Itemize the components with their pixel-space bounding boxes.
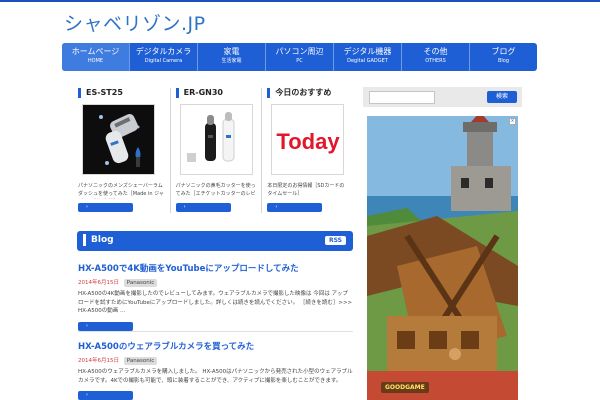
post-date: 2014年6月15日 — [78, 358, 119, 364]
nav-pc-label: パソコン周辺 — [275, 47, 324, 56]
pickup-item: 今日のおすすめ Today 本日限定のお得情報［SDカードのタイムセール］ › — [261, 88, 353, 213]
nav-digital-camera-label: デジタルカメラ — [135, 47, 192, 56]
post-meta: 2014年6月15日 Panasonic — [78, 357, 353, 365]
blog-section-header: Blog RSS — [77, 231, 353, 251]
pickup-text: パナソニックのメンズシェーバーラムダッシュを使ってみた［Made in ジャパン… — [78, 183, 164, 197]
pickup-more-button[interactable]: › — [267, 203, 323, 212]
pickup-text: 本日限定のお得情報［SDカードのタイムセール］ — [267, 183, 345, 197]
pickup-title: 今日のおすすめ — [267, 88, 348, 98]
post-divider — [78, 331, 353, 332]
pickup-more-button[interactable]: › — [78, 203, 133, 212]
nose-trimmer-product-image[interactable] — [179, 104, 253, 175]
blog-post: HX-A500のウェアラブルカメラを買ってみた 2014年6月15日 Panas… — [78, 342, 353, 400]
shaver-product-image[interactable] — [82, 104, 155, 175]
ad-brand-logo: GOODGAME — [381, 382, 429, 393]
trimmer-illustration — [186, 112, 235, 162]
nav-appliances-label: 家電 — [223, 47, 240, 56]
nav-others[interactable]: その他 OTHERS — [402, 43, 470, 71]
nav-gadget[interactable]: デジタル機器 Degital GADGET — [334, 43, 402, 71]
post-excerpt: HX-A500のウェアラブルカメラを購入しました。 HX-A500はパナソニック… — [78, 369, 353, 384]
post-read-more-button[interactable]: › — [78, 391, 133, 400]
nav-blog-sub: Blog — [497, 58, 510, 64]
pickup-more-button[interactable]: › — [175, 203, 231, 212]
nav-gadget-label: デジタル機器 — [343, 47, 392, 56]
nav-gadget-sub: Degital GADGET — [347, 58, 388, 64]
post-category-tag[interactable]: Panasonic — [123, 357, 158, 365]
nav-blog-label: ブログ — [491, 47, 516, 56]
shaver-illustration — [99, 113, 141, 167]
blog-section-title: Blog — [83, 234, 114, 246]
nav-home-sub: HOME — [87, 58, 104, 64]
pickup-title: ER-GN30 — [175, 88, 257, 98]
game-advertisement[interactable]: x GOODGAME — [367, 116, 518, 400]
nav-digital-camera[interactable]: デジタルカメラ Digital Camera — [130, 43, 198, 71]
post-date: 2014年6月15日 — [78, 280, 119, 286]
pickup-text: パナソニックの鼻毛カッターを使ってみた［エチケットカッターのレビュー］ — [175, 183, 256, 197]
search-widget: 検索 — [363, 87, 522, 107]
today-banner-image[interactable]: Today — [271, 104, 345, 175]
nav-others-label: その他 — [423, 47, 448, 56]
ad-close-icon[interactable]: x — [509, 118, 516, 125]
post-excerpt: HX-A500の4K動画を撮影したのでレビューしてみます。ウェアラブルカメラで撮… — [78, 291, 353, 314]
blog-post: HX-A500で4K動画をYouTubeにアップロードしてみた 2014年6月1… — [78, 264, 353, 331]
search-button[interactable]: 検索 — [487, 91, 517, 103]
nav-others-sub: OTHERS — [425, 58, 446, 64]
post-meta: 2014年6月15日 Panasonic — [78, 279, 353, 287]
post-category-tag[interactable]: Panasonic — [123, 279, 158, 287]
post-title-link[interactable]: HX-A500で4K動画をYouTubeにアップロードしてみた — [78, 264, 353, 275]
nav-home-label: ホームページ — [71, 47, 120, 56]
rss-button[interactable]: RSS — [325, 236, 346, 245]
pickup-title: ES-ST25 — [78, 88, 165, 98]
nav-home[interactable]: ホームページ HOME — [62, 43, 130, 71]
nav-digital-camera-sub: Digital Camera — [144, 58, 183, 64]
post-read-more-button[interactable]: › — [78, 321, 133, 331]
nav-pc[interactable]: パソコン周辺 PC — [266, 43, 334, 71]
pickup-item: ER-GN30 パナソニックの鼻毛カッターを使ってみた［エチケットカッターのレビ… — [169, 88, 262, 213]
top-accent-line — [0, 0, 600, 2]
nav-appliances[interactable]: 家電 生活家電 — [198, 43, 266, 71]
ad-artwork — [367, 116, 518, 400]
nav-appliances-sub: 生活家電 — [221, 58, 242, 64]
nav-pc-sub: PC — [296, 58, 303, 64]
global-nav: ホームページ HOME デジタルカメラ Digital Camera 家電 生活… — [62, 43, 537, 71]
pickup-item: ES-ST25 パナソニックのメンズシェーバーラムダッシュを使ってみた［Made… — [78, 88, 170, 213]
pickup-section: ES-ST25 パナソニックのメンズシェーバーラムダッシュを使ってみた［Made… — [78, 88, 353, 213]
post-title-link[interactable]: HX-A500のウェアラブルカメラを買ってみた — [78, 342, 353, 353]
today-banner: Today — [277, 129, 341, 154]
svg-text:Today: Today — [277, 129, 341, 154]
nav-blog[interactable]: ブログ Blog — [470, 43, 537, 71]
search-input[interactable] — [369, 91, 435, 104]
site-logo[interactable]: シャベリゾン.JP — [64, 9, 206, 36]
